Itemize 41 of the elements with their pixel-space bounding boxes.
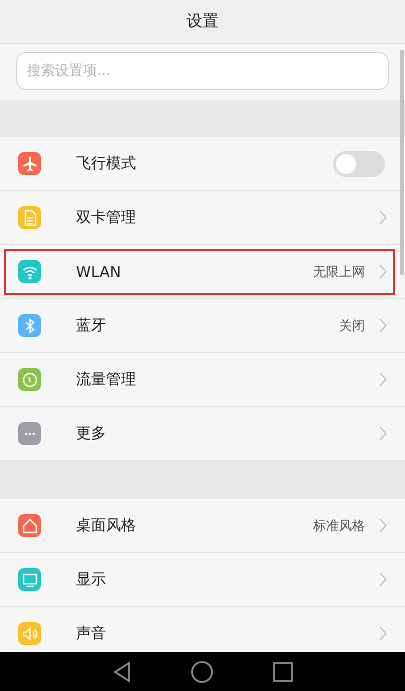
settings-row[interactable]: 蓝牙 关闭 — [0, 299, 405, 353]
toggle-switch[interactable] — [333, 150, 385, 176]
settings-row[interactable]: WLAN 无限上网 — [0, 245, 405, 299]
settings-row[interactable]: 流量管理 — [0, 353, 405, 407]
settings-row[interactable]: 显示 — [0, 553, 405, 607]
row-value: 标准风格 — [313, 518, 365, 534]
sim-card-icon — [18, 206, 41, 229]
row-label: 飞行模式 — [76, 154, 137, 173]
airplane-icon — [18, 152, 41, 175]
chevron-icon — [379, 372, 387, 387]
row-label: 声音 — [76, 624, 107, 643]
back-icon[interactable] — [112, 660, 130, 682]
row-label: 蓝牙 — [76, 316, 107, 335]
speaker-icon — [18, 622, 41, 645]
chevron-icon — [379, 264, 387, 279]
chevron-icon — [379, 572, 387, 587]
search-field[interactable]: 搜索设置项... — [16, 52, 389, 90]
chevron-icon — [379, 318, 387, 333]
wifi-icon — [18, 260, 41, 283]
more-icon — [18, 422, 41, 445]
row-label: 显示 — [76, 570, 107, 589]
settings-row[interactable]: 飞行模式 — [0, 137, 405, 191]
row-value: 无限上网 — [313, 264, 365, 280]
chevron-icon — [379, 626, 387, 641]
row-label: 流量管理 — [76, 370, 137, 389]
chevron-icon — [379, 426, 387, 441]
row-label: 桌面风格 — [76, 516, 137, 535]
recents-icon[interactable] — [272, 662, 292, 682]
settings-row[interactable]: 桌面风格 标准风格 — [0, 499, 405, 553]
chevron-icon — [379, 210, 387, 225]
row-label: WLAN — [76, 262, 122, 280]
row-value: 关闭 — [339, 318, 365, 334]
page-title: 设置 — [186, 11, 218, 32]
monitor-icon — [18, 568, 41, 591]
row-label: 双卡管理 — [76, 208, 137, 227]
row-label: 更多 — [76, 424, 107, 443]
house-icon — [18, 514, 41, 537]
chevron-icon — [379, 518, 387, 533]
bluetooth-icon — [18, 314, 41, 337]
gauge-icon — [18, 368, 41, 391]
home-icon[interactable] — [190, 660, 212, 682]
